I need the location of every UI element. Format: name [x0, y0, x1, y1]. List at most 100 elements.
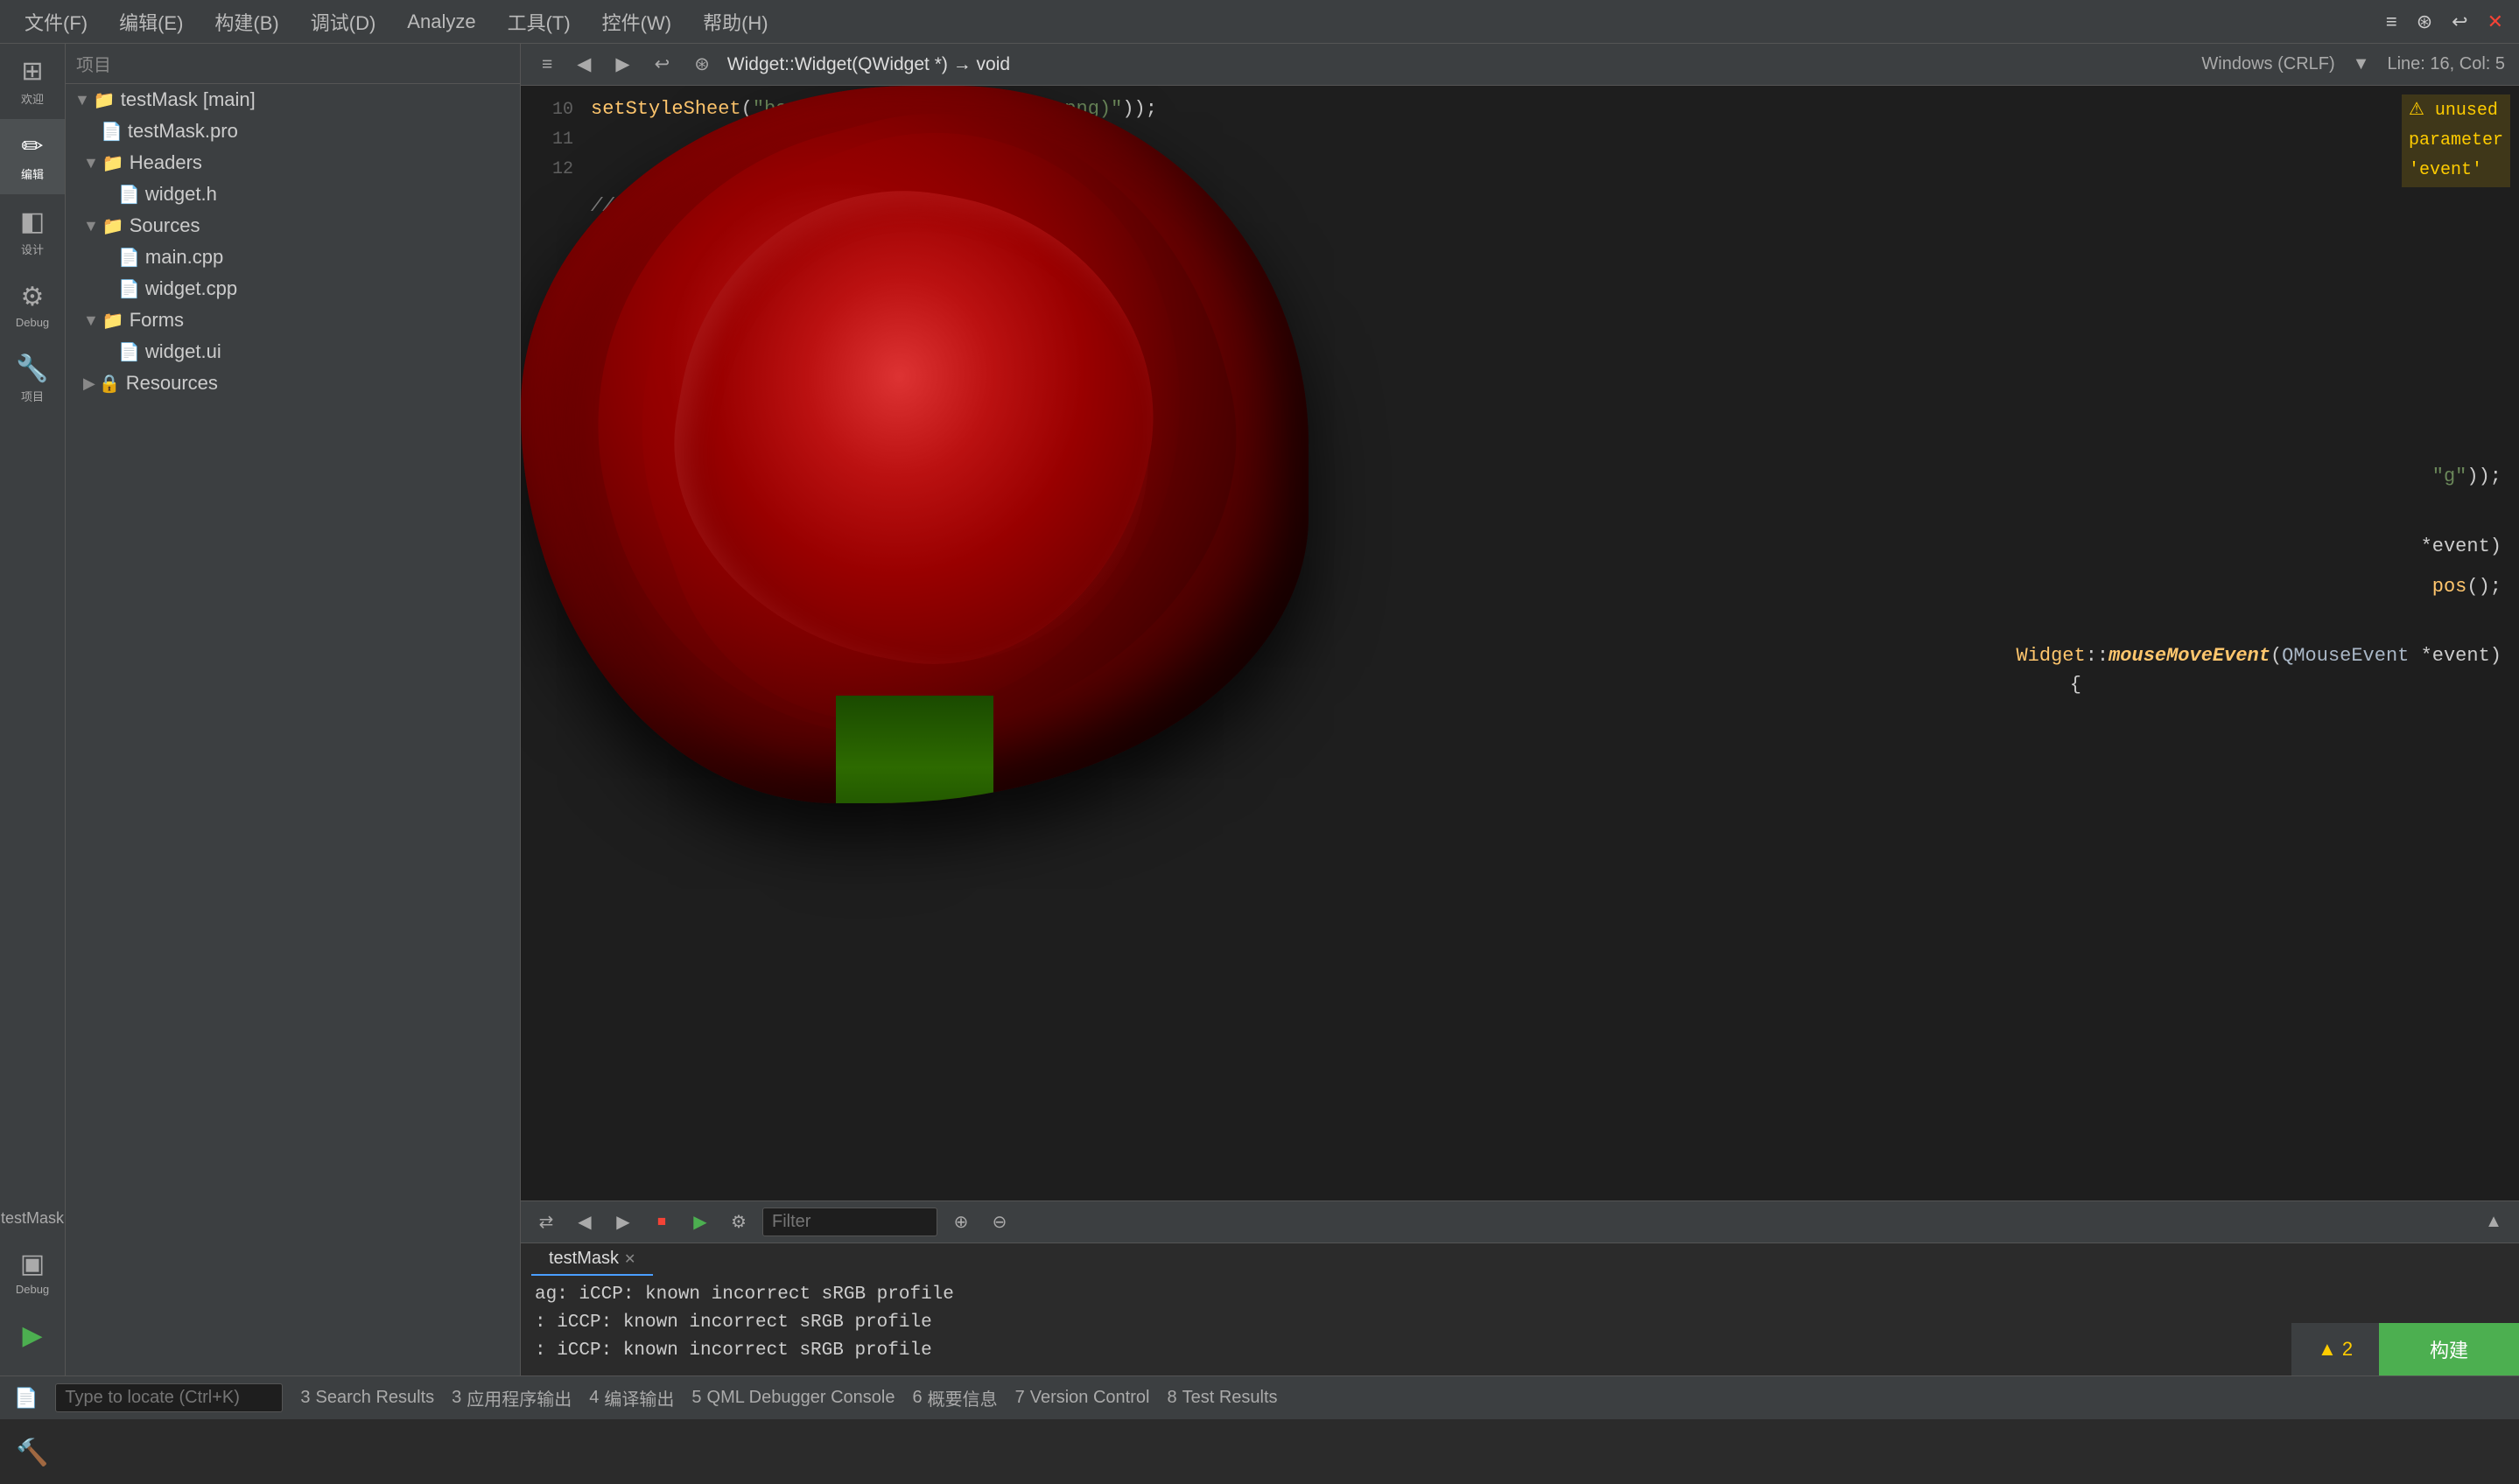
left-sidebar: ⊞ 欢迎 ✏ 编辑 ◧ 设计 ⚙ Debug 🔧 项目 [0, 44, 66, 1376]
console-line-1: ag: iCCP: known incorrect sRGB profile [535, 1281, 2505, 1309]
debug-toolbar-btn-2[interactable]: ◀ [570, 1208, 600, 1237]
sidebar-bottom-run[interactable]: ▶ [0, 1308, 65, 1367]
warning-badge[interactable]: ▲ 2 [2291, 1323, 2379, 1376]
resources-folder-icon: 🔒 [99, 373, 121, 395]
debug-toolbar-btn-run[interactable]: ▶ [685, 1208, 715, 1237]
menu-build[interactable]: 构建(B) [199, 4, 294, 39]
debug-toolbar-btn-plus[interactable]: ⊕ [946, 1208, 976, 1237]
menu-debug[interactable]: 调试(D) [295, 4, 392, 39]
menu-file[interactable]: 文件(F) [9, 4, 103, 39]
bottom-content: ag: iCCP: known incorrect sRGB profile :… [521, 1276, 2519, 1376]
code-visible-4: Widget::mouseMoveEvent(QMouseEvent *even… [2016, 641, 2501, 671]
header-file-icon: 📄 [118, 184, 140, 206]
debug-toolbar-btn-1[interactable]: ⇄ [531, 1208, 561, 1237]
editor-nav-icon-5[interactable]: ⊛ [687, 50, 717, 79]
sidebar-item-welcome[interactable]: ⊞ 欢迎 [0, 44, 65, 119]
source-file-icon-2: 📄 [118, 278, 140, 300]
console-line-3: : iCCP: known incorrect sRGB profile [535, 1337, 2505, 1365]
sidebar-item-edit[interactable]: ✏ 编辑 [0, 119, 65, 194]
menu-bar: 文件(F) 编辑(E) 构建(B) 调试(D) Analyze 工具(T) 控件… [0, 0, 2519, 44]
design-icon: ◧ [20, 206, 45, 237]
sidebar-bottom-tools[interactable]: 🔨 [0, 1425, 65, 1484]
line-info-label: Line: 16, Col: 5 [2387, 54, 2505, 74]
debug-toolbar-btn-3[interactable]: ▶ [608, 1208, 638, 1237]
code-container[interactable]: ⚠ unused parameter 'event' 10 setStyleSh… [521, 86, 2519, 1376]
forms-folder-icon: 📁 [102, 310, 124, 332]
code-visible-3: pos(); [2432, 572, 2501, 602]
toolbar-close[interactable]: ✕ [2480, 7, 2510, 37]
expand-icon: ▼ [74, 91, 90, 109]
tree-node-widget-ui[interactable]: 📄 widget.ui [66, 336, 520, 368]
debug-toolbar-btn-settings[interactable]: ⚙ [724, 1208, 754, 1237]
project-icon: 🔧 [16, 354, 48, 384]
sidebar-bottom-debug[interactable]: ▣ Debug [0, 1236, 65, 1308]
status-item-summary[interactable]: 6 概要信息 [912, 1385, 997, 1410]
forms-expand-icon: ▼ [83, 312, 99, 330]
tree-node-sources[interactable]: ▼ 📁 Sources [66, 210, 520, 242]
sidebar-item-design[interactable]: ◧ 设计 [0, 194, 65, 270]
editor-nav-icon-2[interactable]: ◀ [570, 50, 598, 79]
tree-node-pro[interactable]: 📄 testMask.pro [66, 116, 520, 147]
close-tab-icon[interactable]: ✕ [624, 1250, 635, 1268]
code-line-10: 10 setStyleSheet("background-image:url(r… [538, 94, 2501, 125]
bottom-toolbar: ⇄ ◀ ▶ ⏹ ▶ ⚙ ⊕ ⊖ ▲ [521, 1201, 2519, 1243]
tree-node-headers[interactable]: ▼ 📁 Headers [66, 147, 520, 178]
tools-icon: 🔨 [16, 1438, 48, 1468]
pro-file-icon: 📄 [101, 121, 123, 143]
editor-nav-icon-1[interactable]: ≡ [535, 51, 559, 79]
resources-expand-icon: ▶ [83, 374, 95, 393]
project-panel-header: 项目 [66, 44, 520, 84]
debug-icon: ⚙ [21, 282, 45, 312]
toolbar-icon-2[interactable]: ⊛ [2410, 7, 2439, 37]
tree-node-main-cpp[interactable]: 📄 main.cpp [66, 242, 520, 273]
chevron-down-icon[interactable]: ▼ [2353, 54, 2370, 74]
editor-area: ≡ ◀ ▶ ↩ ⊛ Widget::Widget(QWidget *) → vo… [521, 44, 2519, 1376]
menu-help[interactable]: 帮助(H) [687, 4, 784, 39]
tree-node-testmask[interactable]: ▼ 📁 testMask [main] [66, 84, 520, 116]
toolbar-icon-3[interactable]: ↩ [2445, 7, 2474, 37]
code-line-13: // (rose image overlaps this area) [538, 192, 2501, 221]
tree-node-forms[interactable]: ▼ 📁 Forms [66, 304, 520, 336]
tree-node-widget-cpp[interactable]: 📄 widget.cpp [66, 273, 520, 304]
sidebar-item-project[interactable]: 🔧 项目 [0, 341, 65, 416]
code-visible-2: *event) [2421, 532, 2501, 562]
status-item-3[interactable]: 3 Search Results [300, 1388, 434, 1408]
status-bar: 📄 3 Search Results 3 应用程序输出 4 编译输出 5 QML… [0, 1376, 2519, 1419]
status-item-qml-debug[interactable]: 5 QML Debugger Console [691, 1388, 895, 1408]
tree-node-resources[interactable]: ▶ 🔒 Resources [66, 368, 520, 399]
headers-folder-icon: 📁 [102, 152, 124, 174]
status-item-test-results[interactable]: 8 Test Results [1167, 1388, 1277, 1408]
ui-file-icon: 📄 [118, 341, 140, 363]
console-line-2: : iCCP: known incorrect sRGB profile [535, 1309, 2505, 1337]
editor-top-bar: ≡ ◀ ▶ ↩ ⊛ Widget::Widget(QWidget *) → vo… [521, 44, 2519, 86]
console-tab[interactable]: testMask ✕ [531, 1243, 653, 1276]
filter-input[interactable] [762, 1208, 937, 1236]
sidebar-item-debug[interactable]: ⚙ Debug [0, 270, 65, 341]
code-visible-5: { [2070, 670, 2081, 700]
status-item-app-output[interactable]: 3 应用程序输出 [452, 1385, 572, 1410]
menu-controls[interactable]: 控件(W) [586, 4, 687, 39]
edit-icon: ✏ [21, 131, 43, 162]
build-button[interactable]: 构建 [2379, 1323, 2519, 1376]
status-item-compile-output[interactable]: 4 编译输出 [589, 1385, 674, 1410]
code-line-11: 11 [538, 125, 2501, 155]
debug-panel-collapse-icon[interactable]: ▲ [2479, 1208, 2508, 1237]
breadcrumb: Widget::Widget(QWidget *) → void [727, 54, 2192, 75]
debug-toolbar-btn-minus[interactable]: ⊖ [985, 1208, 1014, 1237]
project-name-label: testMask [1, 1200, 64, 1236]
tree-node-widget-h[interactable]: 📄 widget.h [66, 178, 520, 210]
headers-expand-icon: ▼ [83, 154, 99, 172]
welcome-icon: ⊞ [21, 56, 43, 87]
toolbar-icon-1[interactable]: ≡ [2379, 7, 2404, 37]
locate-input[interactable] [55, 1383, 283, 1412]
editor-nav-icon-4[interactable]: ↩ [648, 50, 677, 79]
menu-edit[interactable]: 编辑(E) [103, 4, 199, 39]
file-icon: 📄 [14, 1387, 38, 1410]
menu-analyze[interactable]: Analyze [391, 7, 491, 37]
status-item-version-control[interactable]: 7 Version Control [1015, 1388, 1150, 1408]
editor-nav-icon-3[interactable]: ▶ [608, 50, 636, 79]
code-area[interactable]: ⚠ unused parameter 'event' 10 setStyleSh… [521, 86, 2519, 1376]
menu-tools[interactable]: 工具(T) [492, 4, 586, 39]
run-icon: ▶ [22, 1320, 42, 1351]
debug-toolbar-btn-stop[interactable]: ⏹ [647, 1208, 677, 1237]
